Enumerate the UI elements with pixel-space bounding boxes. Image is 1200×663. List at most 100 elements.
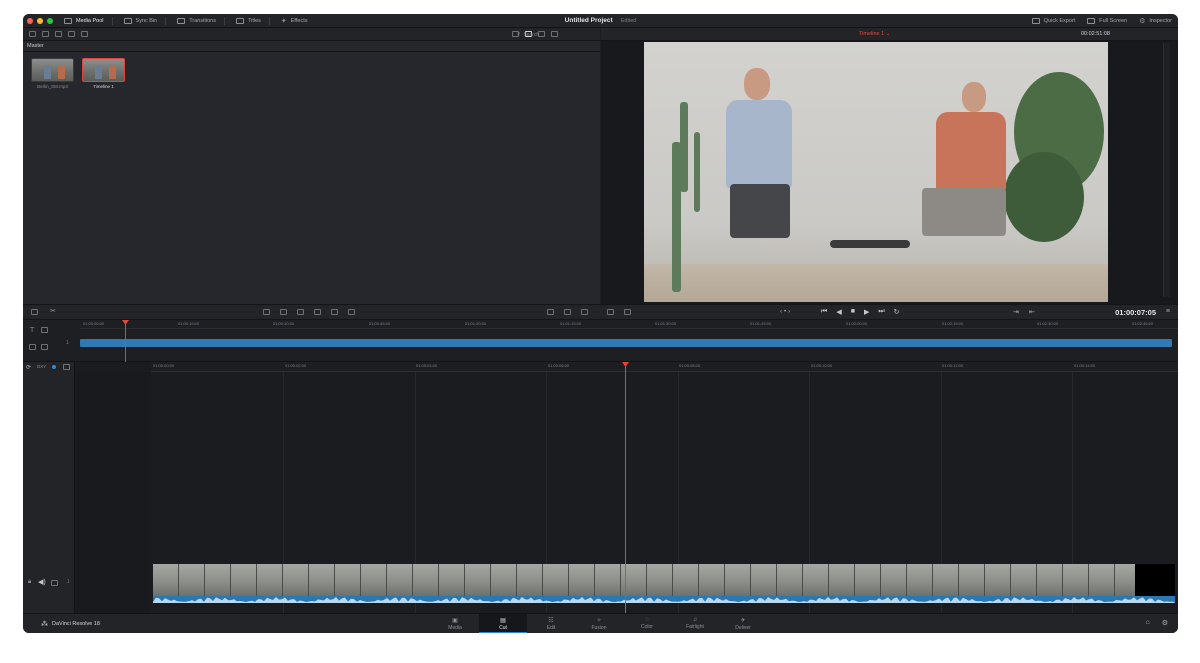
video-track-icon[interactable] — [51, 580, 58, 586]
black-gap-clip[interactable] — [1135, 564, 1175, 596]
dxy-label[interactable]: DXY — [37, 364, 46, 369]
tab-cut[interactable]: ▤ Cut — [479, 614, 527, 633]
clip-frame — [933, 564, 959, 596]
upper-playhead[interactable] — [122, 320, 129, 362]
clip-frame — [881, 564, 907, 596]
audio-icon[interactable]: ◀) — [38, 578, 46, 586]
timeline-clip-bar[interactable] — [80, 339, 1172, 347]
full-screen-button[interactable]: Full Screen — [1087, 18, 1127, 24]
tab-fusion[interactable]: ✧ Fusion — [575, 614, 623, 633]
lock-icon[interactable]: 🔒︎ — [28, 579, 31, 586]
snap-icon[interactable] — [41, 327, 48, 333]
clip-frame — [595, 564, 621, 596]
bin-options-icon[interactable] — [81, 31, 88, 37]
stop-icon[interactable]: ■ — [851, 308, 855, 316]
search-input[interactable]: ⌕ Search — [517, 31, 572, 38]
mark-in-icon[interactable]: ⇥ — [1013, 308, 1019, 316]
maximize-window-button[interactable] — [47, 17, 53, 24]
link-icon[interactable]: ⟳ — [26, 364, 31, 371]
titles-button[interactable]: Titles — [235, 17, 261, 24]
clip-frame — [465, 564, 491, 596]
zoom-icon[interactable] — [29, 344, 36, 350]
media-pool-button[interactable]: Media Pool — [64, 17, 104, 24]
source-overwrite-icon[interactable] — [348, 309, 355, 315]
viewer-mode-icon[interactable] — [607, 309, 614, 315]
tab-media[interactable]: ▣ Media — [431, 614, 479, 633]
reverse-play-icon[interactable]: ◀ — [836, 308, 841, 316]
clip-frame — [1089, 564, 1115, 596]
import-media-icon[interactable] — [42, 31, 49, 37]
append-icon[interactable] — [280, 309, 287, 315]
smart-insert-icon[interactable] — [263, 309, 270, 315]
viewer-toolbar: Timeline 1 ⌄ 00:02:51:08 — [601, 28, 1178, 41]
panel-layout-icon[interactable] — [29, 31, 36, 37]
transform-icon[interactable] — [564, 309, 571, 315]
tab-deliver[interactable]: ✈ Deliver — [719, 614, 767, 633]
safe-area-icon[interactable] — [547, 309, 554, 315]
quick-export-label: Quick Export — [1043, 18, 1076, 24]
clip-frame — [413, 564, 439, 596]
upper-ruler[interactable]: 01:00:00:00 01:00:15:00 01:00:30:00 01:0… — [80, 320, 1178, 329]
ruler-tick: 01:02:45:00 — [1132, 321, 1154, 326]
tab-label: Color — [641, 624, 653, 630]
ripple-overwrite-icon[interactable] — [297, 309, 304, 315]
quick-export-icon — [1031, 18, 1040, 24]
marker-icon[interactable] — [52, 365, 56, 369]
go-to-end-icon[interactable]: ⏭ — [878, 308, 884, 316]
source-viewer-icon[interactable] — [624, 309, 631, 315]
home-icon[interactable]: ⌂ — [1145, 619, 1149, 627]
ruler-tick: 01:00:12:00 — [942, 363, 964, 368]
sync-bin-button[interactable]: Sync Bin — [123, 17, 158, 24]
tab-color[interactable]: ◌ Color — [623, 614, 671, 633]
timeline-tool-icon[interactable]: ⊤ — [29, 326, 35, 334]
inspector-button[interactable]: ⚙ Inspector — [1139, 17, 1172, 25]
crop-icon[interactable] — [581, 309, 588, 315]
clip-frame — [257, 564, 283, 596]
source-tape-icon[interactable] — [31, 309, 38, 315]
scissors-icon[interactable]: ✂ — [50, 307, 56, 315]
sync-icon[interactable] — [68, 31, 75, 37]
menu-icon[interactable]: ≡ — [1166, 308, 1170, 315]
media-clip[interactable]: Berlin_SM.mp4 — [31, 58, 74, 89]
media-page-icon: ▣ — [452, 618, 458, 624]
lower-playhead[interactable] — [622, 362, 629, 613]
sync-bin-icon — [123, 17, 132, 24]
effects-button[interactable]: ✦ Effects — [281, 17, 308, 25]
edit-tools-row: ✂ ‹ • › ⏮ ◀ ■ ▶ ⏭ ↻ ⇥ ⇤ 01:00:07:05 ≡ — [23, 304, 1178, 320]
sync-bin-label: Sync Bin — [135, 17, 158, 24]
tab-fairlight[interactable]: ♫ Fairlight — [671, 614, 719, 633]
transitions-icon — [177, 17, 186, 24]
timeline-view-icon[interactable] — [63, 364, 70, 370]
play-icon[interactable]: ▶ — [864, 308, 869, 316]
upper-timeline[interactable]: ⊤ 1 01:00:00:00 01:00:15:00 01:00:30:00 … — [23, 320, 1178, 362]
timeline-clip[interactable]: Timeline 1 — [82, 58, 125, 89]
track-options-icon[interactable] — [41, 344, 48, 350]
close-up-icon[interactable] — [314, 309, 321, 315]
audio-clip-track[interactable] — [153, 596, 1175, 603]
page-tabs: ▣ Media ▤ Cut ☷ Edit ✧ Fusion ◌ Color ♫ Fairli… — [431, 614, 767, 633]
tab-edit[interactable]: ☷ Edit — [527, 614, 575, 633]
clip-frame — [959, 564, 985, 596]
quick-export-button[interactable]: Quick Export — [1031, 18, 1076, 24]
tab-label: Edit — [546, 625, 556, 631]
import-folder-icon[interactable] — [55, 31, 62, 37]
clip-frame — [1037, 564, 1063, 596]
media-pool-toolbar: ⌕ Search — [23, 28, 600, 41]
full-screen-label: Full Screen — [1099, 18, 1128, 24]
close-window-button[interactable] — [27, 17, 33, 24]
video-clip-track[interactable] — [153, 564, 1135, 596]
settings-icon[interactable]: ⚙ — [1162, 619, 1168, 627]
loop-icon[interactable]: ↻ — [894, 308, 900, 316]
mark-out-icon[interactable]: ⇤ — [1029, 308, 1035, 316]
audio-meter — [1163, 43, 1170, 297]
lower-ruler[interactable]: 01:00:00:00 01:00:02:00 01:00:04:00 01:0… — [151, 362, 1178, 372]
transitions-button[interactable]: Transitions — [177, 17, 216, 24]
frame-nav-icon[interactable]: ‹ • › — [780, 308, 790, 315]
timeline-selector[interactable]: Timeline 1 ⌄ — [859, 31, 890, 37]
minimize-window-button[interactable] — [37, 17, 43, 24]
place-on-top-icon[interactable] — [331, 309, 338, 315]
lower-timeline[interactable]: ⟳ DXY 🔒︎ ◀) 1 01:00:00:00 01:00:02:00 01… — [23, 362, 1178, 613]
toolbar-divider — [111, 16, 113, 25]
go-to-start-icon[interactable]: ⏮ — [821, 308, 827, 316]
ruler-tick: 01:00:04:00 — [416, 363, 438, 368]
